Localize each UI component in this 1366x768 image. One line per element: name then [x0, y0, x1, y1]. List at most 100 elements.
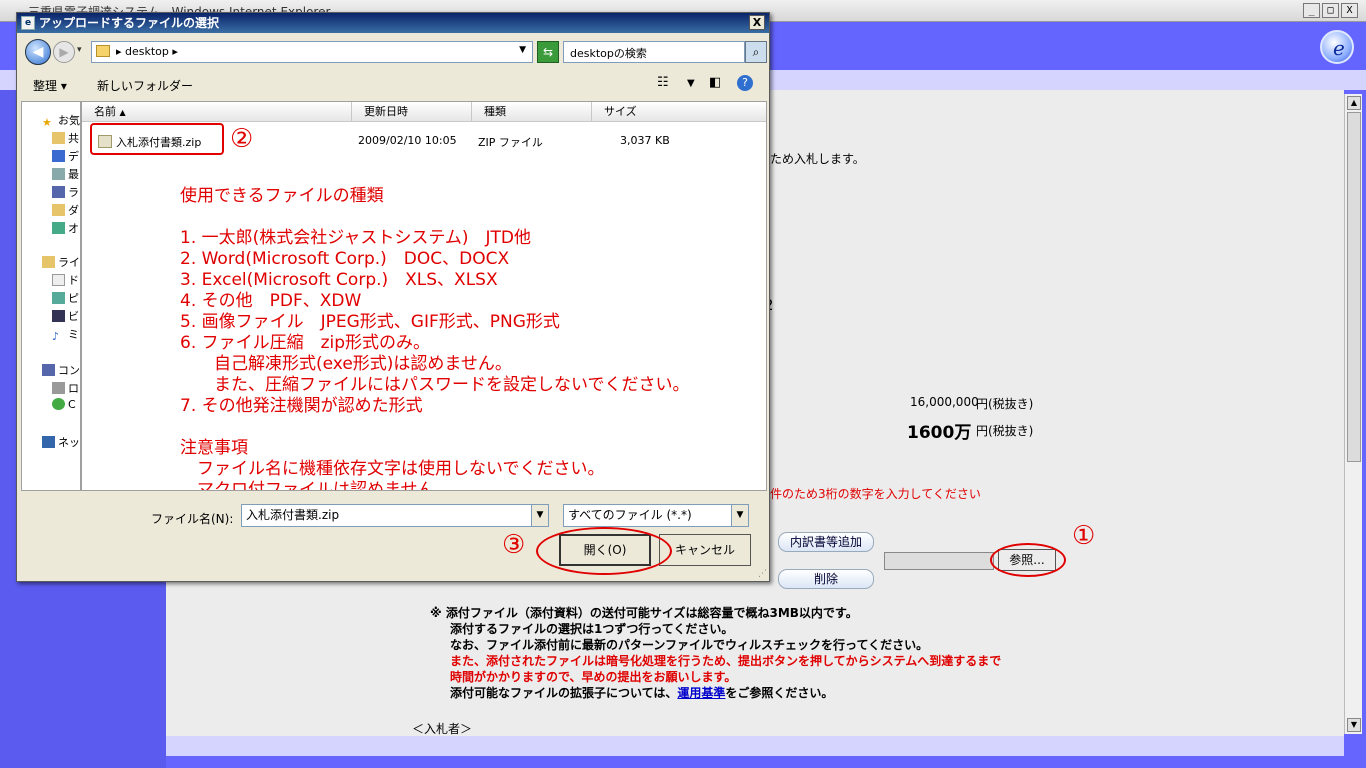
note-line: また、圧縮ファイルにはパスワードを設定しないでください。: [180, 375, 690, 395]
window-controls: _ □ X: [1303, 3, 1358, 18]
file-row-modified: 2009/02/10 10:05: [358, 134, 457, 147]
note-line: 5. 画像ファイル JPEG形式、GIF形式、PNG形式: [180, 312, 560, 332]
site-logo-icon: e: [1320, 30, 1354, 64]
note-line: 4. その他 PDF、XDW: [180, 291, 362, 311]
annotation-mark-2: ②: [230, 124, 254, 154]
search-icon[interactable]: ⌕: [745, 41, 767, 63]
folder-icon: [52, 132, 65, 144]
address-path: ▸ desktop ▸: [116, 45, 178, 58]
column-name[interactable]: 名前 ▲: [82, 102, 352, 122]
cancel-button[interactable]: キャンセル: [659, 534, 751, 566]
page-scrollbar[interactable]: ▲ ▼: [1344, 94, 1362, 734]
view-dropdown-icon[interactable]: ▼: [687, 78, 695, 89]
navigation-pane: ★ お気 共 デ 最 ラ ダ オ ライ ド ピ ビ ♪ ミ コン ロ C ネッ: [21, 101, 81, 491]
caution-line: マクロ付ファイルは認めません。: [180, 480, 452, 491]
dialog-app-icon: e: [21, 16, 35, 30]
note-line-2: 添付するファイルの選択は1つずつ行ってください。: [450, 622, 734, 636]
file-upload-dialog: e アップロードするファイルの選択 X ◀ ▶ ▾ ▸ desktop ▸ ▼ …: [16, 12, 770, 582]
maximize-button[interactable]: □: [1322, 3, 1339, 18]
search-input[interactable]: desktopの検索: [563, 41, 745, 63]
resize-grip-icon[interactable]: ⋰: [758, 569, 767, 579]
annotation-mark-3: ③: [502, 530, 526, 560]
amount-kanji-value: 1600万: [907, 423, 972, 443]
star-icon: ★: [42, 116, 52, 129]
column-type[interactable]: 種類: [472, 102, 592, 122]
amount-kanji-unit: 円(税抜き): [976, 424, 1034, 438]
column-size[interactable]: サイズ: [592, 102, 766, 122]
nav-computer[interactable]: コン: [42, 362, 80, 378]
nav-item[interactable]: 最: [52, 166, 79, 182]
computer-icon: [42, 364, 55, 376]
note-line-6-suffix: をご参照ください。: [725, 686, 834, 700]
desktop-icon: [52, 150, 65, 162]
note-line-6-prefix: 添付可能なファイルの拡張子については、: [450, 686, 678, 700]
help-icon[interactable]: ?: [737, 75, 753, 91]
close-button[interactable]: X: [1341, 3, 1358, 18]
nav-network[interactable]: ネッ: [42, 434, 80, 450]
nav-item[interactable]: ピ: [52, 290, 79, 306]
scroll-up-icon[interactable]: ▲: [1347, 96, 1361, 110]
nav-item[interactable]: ♪ ミ: [52, 326, 79, 343]
note-line-1: ※ 添付ファイル（添付資料）の送付可能サイズは総容量で概ね3MB以内です。: [430, 606, 858, 620]
column-modified[interactable]: 更新日時: [352, 102, 472, 122]
new-folder-button[interactable]: 新しいフォルダー: [97, 77, 193, 94]
delete-button[interactable]: 削除: [778, 569, 874, 589]
filetype-select[interactable]: すべてのファイル (*.*): [563, 504, 749, 527]
note-line: 1. 一太郎(株式会社ジャストシステム) JTD他: [180, 228, 532, 248]
bidder-label: ＜入札者＞: [412, 722, 473, 736]
organize-menu[interactable]: 整理 ▾: [33, 77, 67, 94]
file-list-pane: 名前 ▲ 更新日時 種類 サイズ 入札添付書類.zip 2009/02/10 1…: [81, 101, 767, 491]
history-dropdown-icon[interactable]: ▾: [77, 45, 82, 55]
minimize-button[interactable]: _: [1303, 3, 1320, 18]
dialog-toolbar: 整理 ▾ 新しいフォルダー ☷ ▼ ◧ ?: [21, 71, 767, 99]
file-row-type: ZIP ファイル: [478, 136, 543, 149]
note-line-4: また、添付されたファイルは暗号化処理を行うため、提出ボタンを押してからシステムへ…: [450, 654, 1002, 668]
scroll-thumb[interactable]: [1347, 112, 1361, 462]
nav-item[interactable]: デ: [52, 148, 79, 164]
nav-item[interactable]: C: [52, 398, 76, 411]
nav-item[interactable]: ラ: [52, 184, 79, 200]
dialog-titlebar: e アップロードするファイルの選択 X: [17, 13, 769, 33]
caution-line: ファイル名に機種依存文字は使用しないでください。: [180, 459, 605, 479]
nav-libraries[interactable]: ライ: [42, 254, 80, 270]
note-line-5: 時間がかかりますので、早めの提出をお願いします。: [450, 670, 737, 684]
nav-item[interactable]: ド: [52, 272, 79, 288]
note-line: 3. Excel(Microsoft Corp.) XLS、XLSX: [180, 270, 498, 290]
filetype-dropdown-icon[interactable]: ▼: [731, 504, 749, 527]
filename-label: ファイル名(N):: [151, 512, 234, 526]
nav-item[interactable]: ロ: [52, 380, 79, 396]
view-options-icon[interactable]: ☷: [657, 75, 669, 90]
operation-standard-link[interactable]: 運用基準: [677, 686, 725, 700]
document-icon: [52, 274, 65, 286]
file-row-size: 3,037 KB: [620, 134, 670, 147]
bid-text: ため入札します。: [770, 152, 865, 166]
folder-icon: [52, 204, 65, 216]
footer-strip: [166, 736, 1344, 756]
dialog-close-button[interactable]: X: [749, 15, 765, 30]
annotation-circle-open: [536, 527, 672, 575]
scroll-down-icon[interactable]: ▼: [1347, 718, 1361, 732]
note-line-6: 添付可能なファイルの拡張子については、運用基準をご参照ください。: [450, 684, 833, 701]
attach-add-button[interactable]: 内訳書等追加: [778, 532, 874, 552]
back-arrow-icon[interactable]: ◀: [25, 39, 51, 65]
nav-item[interactable]: ダ: [52, 202, 79, 218]
attachment-path-field[interactable]: [884, 552, 994, 570]
nav-item[interactable]: 共: [52, 130, 79, 146]
address-bar[interactable]: ▸ desktop ▸ ▼: [91, 41, 533, 63]
chevron-down-icon[interactable]: ▼: [519, 45, 526, 55]
nav-item[interactable]: ビ: [52, 308, 79, 324]
filename-dropdown-icon[interactable]: ▼: [531, 504, 549, 527]
filename-input[interactable]: 入札添付書類.zip: [241, 504, 549, 527]
organize-label: 整理: [33, 79, 58, 93]
refresh-icon[interactable]: ⇆: [537, 41, 559, 63]
preview-pane-icon[interactable]: ◧: [709, 75, 721, 90]
library-icon: [42, 256, 55, 268]
note-line: 自己解凍形式(exe形式)は認めません。: [180, 354, 512, 374]
nav-favorites[interactable]: ★ お気: [42, 112, 80, 129]
forward-arrow-icon[interactable]: ▶: [53, 41, 75, 63]
note-line: 2. Word(Microsoft Corp.) DOC、DOCX: [180, 249, 510, 269]
nav-item[interactable]: オ: [52, 220, 79, 236]
note-line-3: なお、ファイル添付前に最新のパターンファイルでウィルスチェックを行ってください。: [450, 638, 929, 652]
dialog-title: アップロードするファイルの選択: [39, 16, 220, 30]
picture-icon: [52, 292, 65, 304]
